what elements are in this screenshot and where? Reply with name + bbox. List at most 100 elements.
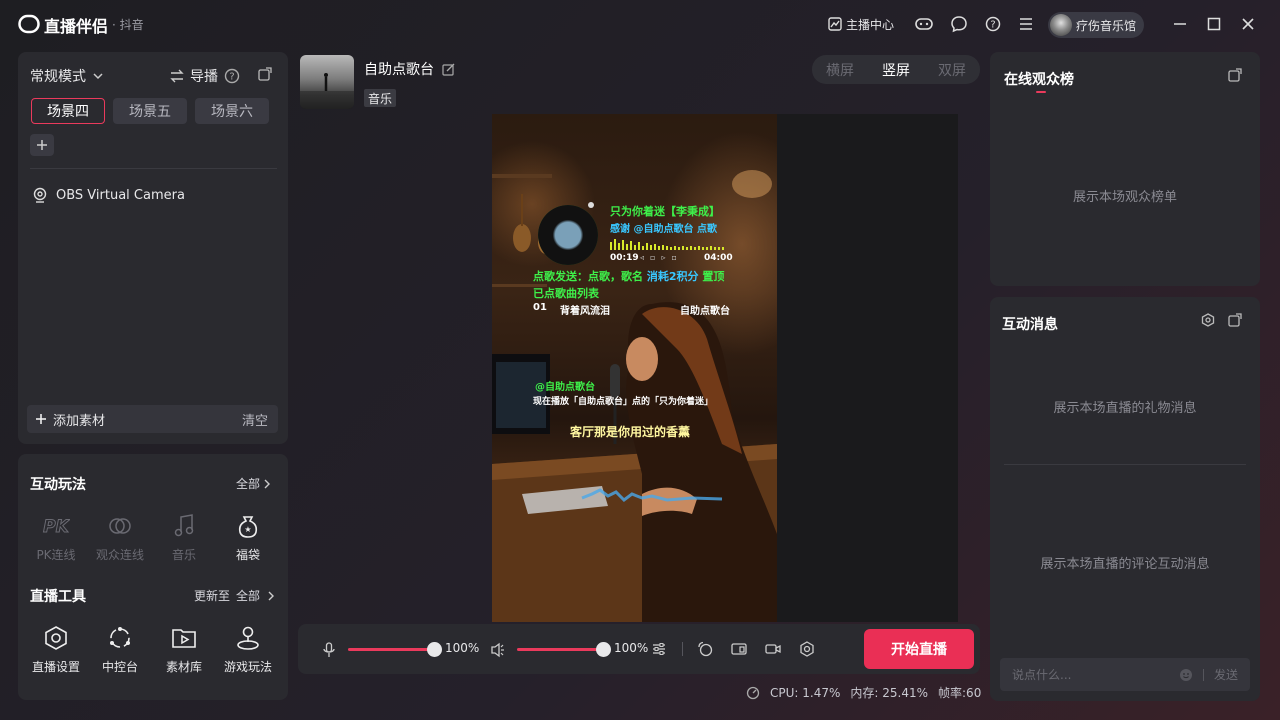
speaker-icon[interactable] bbox=[491, 642, 507, 658]
mic-volume-knob[interactable] bbox=[427, 642, 442, 657]
stream-title[interactable]: 自助点歌台 bbox=[364, 59, 455, 79]
camera-icon[interactable] bbox=[765, 641, 781, 657]
music-icon bbox=[170, 512, 198, 540]
thanks-line: 感谢 @自助点歌台 点歌 bbox=[610, 224, 717, 235]
emoji-icon[interactable] bbox=[1179, 668, 1193, 682]
popout-icon[interactable] bbox=[1228, 68, 1242, 82]
queue-user: 自助点歌台 bbox=[680, 306, 730, 317]
frame-rate: 帧率:60 bbox=[938, 686, 982, 700]
game-play-item[interactable]: 游戏玩法 bbox=[218, 624, 278, 675]
tonearm-icon bbox=[588, 202, 594, 208]
performance-icon[interactable] bbox=[746, 686, 760, 700]
send-button[interactable]: 发送 bbox=[1214, 666, 1238, 683]
lucky-bag-item[interactable]: ★ 福袋 bbox=[218, 512, 278, 563]
edit-icon[interactable] bbox=[442, 63, 455, 76]
queue-title: 已点歌曲列表 bbox=[533, 287, 599, 300]
orientation-switch: 横屏 竖屏 双屏 bbox=[812, 55, 980, 84]
chart-icon bbox=[828, 17, 842, 31]
tab-scene-6[interactable]: 场景六 bbox=[195, 98, 269, 124]
maximize-icon[interactable] bbox=[1207, 13, 1221, 35]
queue-index: 01 bbox=[533, 302, 547, 313]
chevron-down-icon bbox=[92, 70, 104, 82]
divider bbox=[30, 168, 277, 169]
host-center-link[interactable]: 主播中心 bbox=[828, 13, 894, 35]
chevron-right-icon bbox=[266, 591, 276, 601]
vinyl-disc-icon bbox=[538, 205, 598, 265]
tab-landscape[interactable]: 横屏 bbox=[826, 60, 854, 80]
settings-icon[interactable] bbox=[799, 641, 815, 657]
clear-button[interactable]: 清空 bbox=[242, 410, 268, 429]
popout-icon[interactable] bbox=[1228, 313, 1242, 327]
stream-category-tag[interactable]: 音乐 bbox=[364, 89, 397, 107]
chat-input-placeholder: 说点什么... bbox=[1012, 668, 1072, 682]
username: 疗伤音乐馆 bbox=[1076, 18, 1137, 33]
chevron-right-icon bbox=[262, 479, 272, 489]
request-hint-c: 置顶 bbox=[702, 270, 725, 283]
interactive-all-link[interactable]: 全部 bbox=[236, 475, 272, 492]
interactive-title: 互动玩法 bbox=[30, 477, 86, 493]
comment-placeholder: 展示本场直播的评论互动消息 bbox=[1040, 557, 1210, 572]
settings-icon[interactable] bbox=[1201, 313, 1215, 327]
memory-usage: 内存: 25.41% bbox=[850, 686, 929, 700]
svg-text:★: ★ bbox=[244, 525, 251, 534]
library-label: 素材库 bbox=[165, 660, 202, 674]
interactive-messages-panel: 互动消息 展示本场直播的礼物消息 展示本场直播的评论互动消息 说点什么... 发… bbox=[990, 297, 1260, 701]
library-item[interactable]: 素材库 bbox=[154, 624, 214, 675]
control-center-item[interactable]: 中控台 bbox=[90, 624, 150, 675]
add-material-button[interactable]: 添加素材 bbox=[35, 410, 105, 429]
music-item[interactable]: 音乐 bbox=[154, 512, 214, 563]
game-controller-icon[interactable] bbox=[914, 13, 934, 35]
source-item[interactable]: OBS Virtual Camera bbox=[32, 187, 185, 203]
chat-bubble-icon[interactable] bbox=[950, 13, 968, 35]
svg-text:?: ? bbox=[990, 20, 995, 31]
scene-panel: 常规模式 导播 ? 场景四 场景五 场景六 OBS Virtual Camera… bbox=[18, 52, 288, 444]
user-profile-chip[interactable]: 疗伤音乐馆 bbox=[1048, 12, 1145, 38]
live-tools-title: 直播工具 bbox=[30, 589, 86, 605]
control-bar: 100% 100% 开始直播 bbox=[298, 624, 980, 674]
source-name: OBS Virtual Camera bbox=[56, 187, 185, 203]
live-settings-item[interactable]: 直播设置 bbox=[26, 624, 86, 675]
help-icon[interactable]: ? bbox=[985, 13, 1001, 35]
microphone-icon[interactable] bbox=[323, 642, 335, 658]
go-live-button[interactable]: 开始直播 bbox=[864, 629, 974, 669]
tab-scene-4[interactable]: 场景四 bbox=[31, 98, 105, 124]
gift-placeholder: 展示本场直播的礼物消息 bbox=[1053, 401, 1197, 416]
screen-cast-icon[interactable] bbox=[731, 641, 747, 657]
audience-link-item[interactable]: 观众连线 bbox=[90, 512, 150, 563]
tab-portrait[interactable]: 竖屏 bbox=[882, 60, 910, 80]
app-logo-icon bbox=[18, 14, 40, 34]
request-hint-a: 点歌发送：点歌，歌名 bbox=[533, 270, 643, 283]
minimize-icon[interactable] bbox=[1173, 13, 1187, 35]
plus-icon bbox=[37, 140, 47, 150]
popout-icon[interactable] bbox=[258, 67, 272, 81]
svg-text:?: ? bbox=[229, 72, 234, 83]
mic-volume-slider[interactable] bbox=[348, 648, 434, 651]
menu-icon[interactable] bbox=[1019, 13, 1033, 35]
game-play-label: 游戏玩法 bbox=[223, 660, 272, 674]
stream-cover-image[interactable] bbox=[300, 55, 354, 109]
beauty-effect-icon[interactable] bbox=[697, 641, 713, 657]
all-label: 全部 bbox=[236, 589, 261, 603]
help-circle-icon[interactable]: ? bbox=[224, 68, 240, 84]
tab-dual[interactable]: 双屏 bbox=[938, 60, 966, 80]
app-title: 直播伴侣 bbox=[44, 17, 109, 36]
cpu-usage: CPU: 1.47% bbox=[770, 685, 841, 700]
add-scene-button[interactable] bbox=[30, 134, 54, 156]
mode-label: 常规模式 bbox=[30, 69, 86, 85]
chat-input[interactable]: 说点什么... 发送 bbox=[1000, 658, 1250, 691]
speaker-volume-slider[interactable] bbox=[517, 648, 603, 651]
audience-title: 在线观众榜 bbox=[1004, 72, 1074, 88]
pk-link-item[interactable]: PK PK连线 bbox=[26, 512, 86, 563]
tab-scene-5[interactable]: 场景五 bbox=[113, 98, 187, 124]
settings-hex-icon bbox=[42, 624, 70, 652]
audio-mixer-icon[interactable] bbox=[652, 642, 666, 656]
updated-label: 更新至 bbox=[194, 589, 231, 603]
tools-panel: 互动玩法 全部 PK PK连线 观众连线 音乐 ★ 福袋 直播工具 更新至 全部… bbox=[18, 454, 288, 700]
speaker-volume-knob[interactable] bbox=[596, 642, 611, 657]
close-icon[interactable] bbox=[1241, 13, 1255, 35]
mode-selector[interactable]: 常规模式 bbox=[30, 66, 104, 86]
director-button[interactable]: 导播 ? bbox=[170, 66, 240, 86]
live-tools-all-link[interactable]: 更新至 全部 bbox=[194, 587, 276, 604]
plus-icon bbox=[36, 414, 46, 424]
stream-preview[interactable]: 只为你着迷【李秉成】 感谢 @自助点歌台 点歌 00:19 ◃▫▹▫ 04:00… bbox=[492, 114, 777, 622]
